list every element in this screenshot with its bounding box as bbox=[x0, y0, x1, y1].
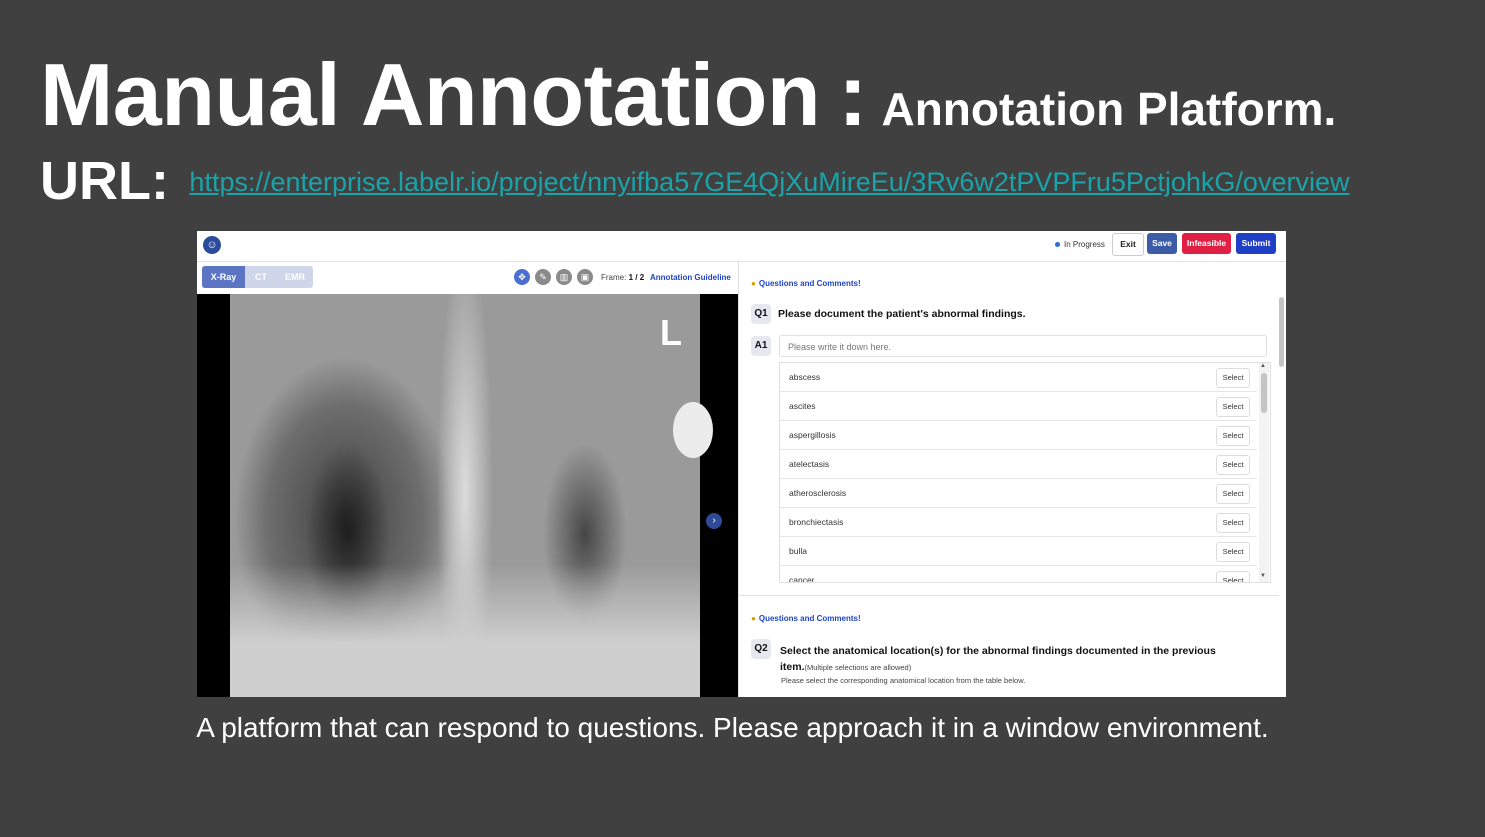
q2-question: Select the anatomical location(s) for th… bbox=[780, 643, 1270, 676]
status-text: In Progress bbox=[1064, 240, 1105, 249]
title-main: Manual Annotation bbox=[40, 45, 821, 144]
annotation-guideline-link[interactable]: Annotation Guideline bbox=[650, 273, 731, 282]
option-label: aspergillosis bbox=[789, 430, 836, 440]
exit-button[interactable]: Exit bbox=[1112, 233, 1144, 256]
tab-ct[interactable]: CT bbox=[248, 266, 274, 288]
q1-question: Please document the patient's abnormal f… bbox=[778, 308, 1026, 320]
select-button[interactable]: Select bbox=[1216, 571, 1250, 582]
a1-badge: A1 bbox=[751, 336, 771, 356]
tab-emr[interactable]: EMR bbox=[280, 266, 310, 288]
option-label: bronchiectasis bbox=[789, 517, 844, 527]
findings-option-list: abscess Select ascites Select aspergillo… bbox=[779, 362, 1271, 583]
option-label: cancer bbox=[789, 575, 815, 583]
option-label: atelectasis bbox=[789, 459, 830, 469]
frame-value: 1 / 2 bbox=[628, 273, 645, 282]
q2-note: (Multiple selections are allowed) bbox=[804, 663, 912, 672]
frame-indicator: Frame: 1 / 2 bbox=[601, 273, 644, 282]
q2-comments-label: Questions and Comments! bbox=[758, 614, 861, 623]
list-item: cancer Select bbox=[780, 566, 1257, 583]
list-item: bulla Select bbox=[780, 537, 1257, 566]
next-frame-arrow-icon[interactable]: › bbox=[706, 513, 722, 529]
option-label: atherosclerosis bbox=[789, 488, 847, 498]
xray-shoulder-shade bbox=[673, 402, 713, 458]
select-button[interactable]: Select bbox=[1216, 397, 1250, 417]
submit-button[interactable]: Submit bbox=[1236, 233, 1276, 254]
move-icon[interactable]: ✥ bbox=[514, 269, 530, 285]
option-label: abscess bbox=[789, 372, 821, 382]
q2-badge: Q2 bbox=[751, 639, 771, 659]
frame-label: Frame: bbox=[601, 273, 627, 282]
option-label: ascites bbox=[789, 401, 816, 411]
viewer-toolbar: X-Ray CT EMR ✥ ✎ ▥ ▣ Frame: 1 / 2 Annota… bbox=[197, 262, 738, 294]
status-dot-icon bbox=[1055, 242, 1060, 248]
list-item: bronchiectasis Select bbox=[780, 508, 1257, 537]
select-button[interactable]: Select bbox=[1216, 513, 1250, 533]
pen-icon[interactable]: ✎ bbox=[535, 269, 551, 285]
title-subtitle: Annotation Platform. bbox=[881, 83, 1337, 135]
list-item: atelectasis Select bbox=[780, 450, 1257, 479]
image-viewer[interactable]: L › bbox=[197, 294, 738, 697]
q2-comments-link[interactable]: ● Questions and Comments! bbox=[751, 614, 861, 623]
xray-abdomen-shade bbox=[230, 564, 700, 697]
trash-icon[interactable]: ▥ bbox=[556, 269, 572, 285]
section-divider bbox=[739, 595, 1279, 596]
title-separator: : bbox=[838, 45, 868, 144]
slide-caption: A platform that can respond to questions… bbox=[196, 712, 1269, 743]
comment-icon: ● bbox=[751, 279, 756, 288]
list-item: aspergillosis Select bbox=[780, 421, 1257, 450]
comment-icon: ● bbox=[751, 614, 756, 623]
list-scrollbar-thumb[interactable] bbox=[1261, 373, 1267, 413]
top-bar: ☺ In Progress Exit Save Infeasible Submi… bbox=[197, 231, 1286, 262]
select-button[interactable]: Select bbox=[1216, 426, 1250, 446]
url-label: URL: bbox=[40, 151, 169, 211]
save-button[interactable]: Save bbox=[1147, 233, 1177, 254]
slide-title: Manual Annotation: Annotation Platform. bbox=[40, 44, 1336, 146]
modality-tabs: X-Ray CT EMR bbox=[202, 266, 313, 288]
q2-question-line1: Select the anatomical location(s) for th… bbox=[780, 645, 1216, 657]
q1-comments-link[interactable]: ● Questions and Comments! bbox=[751, 279, 861, 288]
list-item: abscess Select bbox=[780, 363, 1257, 392]
infeasible-button[interactable]: Infeasible bbox=[1182, 233, 1231, 254]
select-button[interactable]: Select bbox=[1216, 368, 1250, 388]
status-indicator: In Progress bbox=[1055, 240, 1105, 249]
view-icon[interactable]: ▣ bbox=[577, 269, 593, 285]
image-side-marker: L bbox=[660, 312, 682, 353]
q2-question-line2: item. bbox=[780, 661, 805, 673]
logo-icon[interactable]: ☺ bbox=[203, 236, 221, 254]
a1-answer-input[interactable]: Please write it down here. bbox=[779, 335, 1267, 357]
scroll-down-icon[interactable]: ▼ bbox=[1260, 573, 1266, 579]
select-button[interactable]: Select bbox=[1216, 455, 1250, 475]
option-label: bulla bbox=[789, 546, 807, 556]
url-line: URL: https://enterprise.labelr.io/projec… bbox=[40, 150, 1349, 212]
questions-panel: ● Questions and Comments! Q1 Please docum… bbox=[738, 262, 1286, 697]
list-item: atherosclerosis Select bbox=[780, 479, 1257, 508]
q1-badge: Q1 bbox=[751, 304, 771, 324]
select-button[interactable]: Select bbox=[1216, 542, 1250, 562]
q1-comments-label: Questions and Comments! bbox=[758, 279, 861, 288]
select-button[interactable]: Select bbox=[1216, 484, 1250, 504]
list-item: ascites Select bbox=[780, 392, 1257, 421]
scroll-up-icon[interactable]: ▲ bbox=[1260, 363, 1266, 369]
tab-xray[interactable]: X-Ray bbox=[202, 266, 245, 288]
panel-scrollbar[interactable] bbox=[1279, 297, 1284, 367]
q2-instruction: Please select the corresponding anatomic… bbox=[781, 676, 1026, 685]
url-link[interactable]: https://enterprise.labelr.io/project/nny… bbox=[189, 167, 1349, 197]
annotation-platform-screenshot: ☺ In Progress Exit Save Infeasible Submi… bbox=[197, 231, 1286, 697]
